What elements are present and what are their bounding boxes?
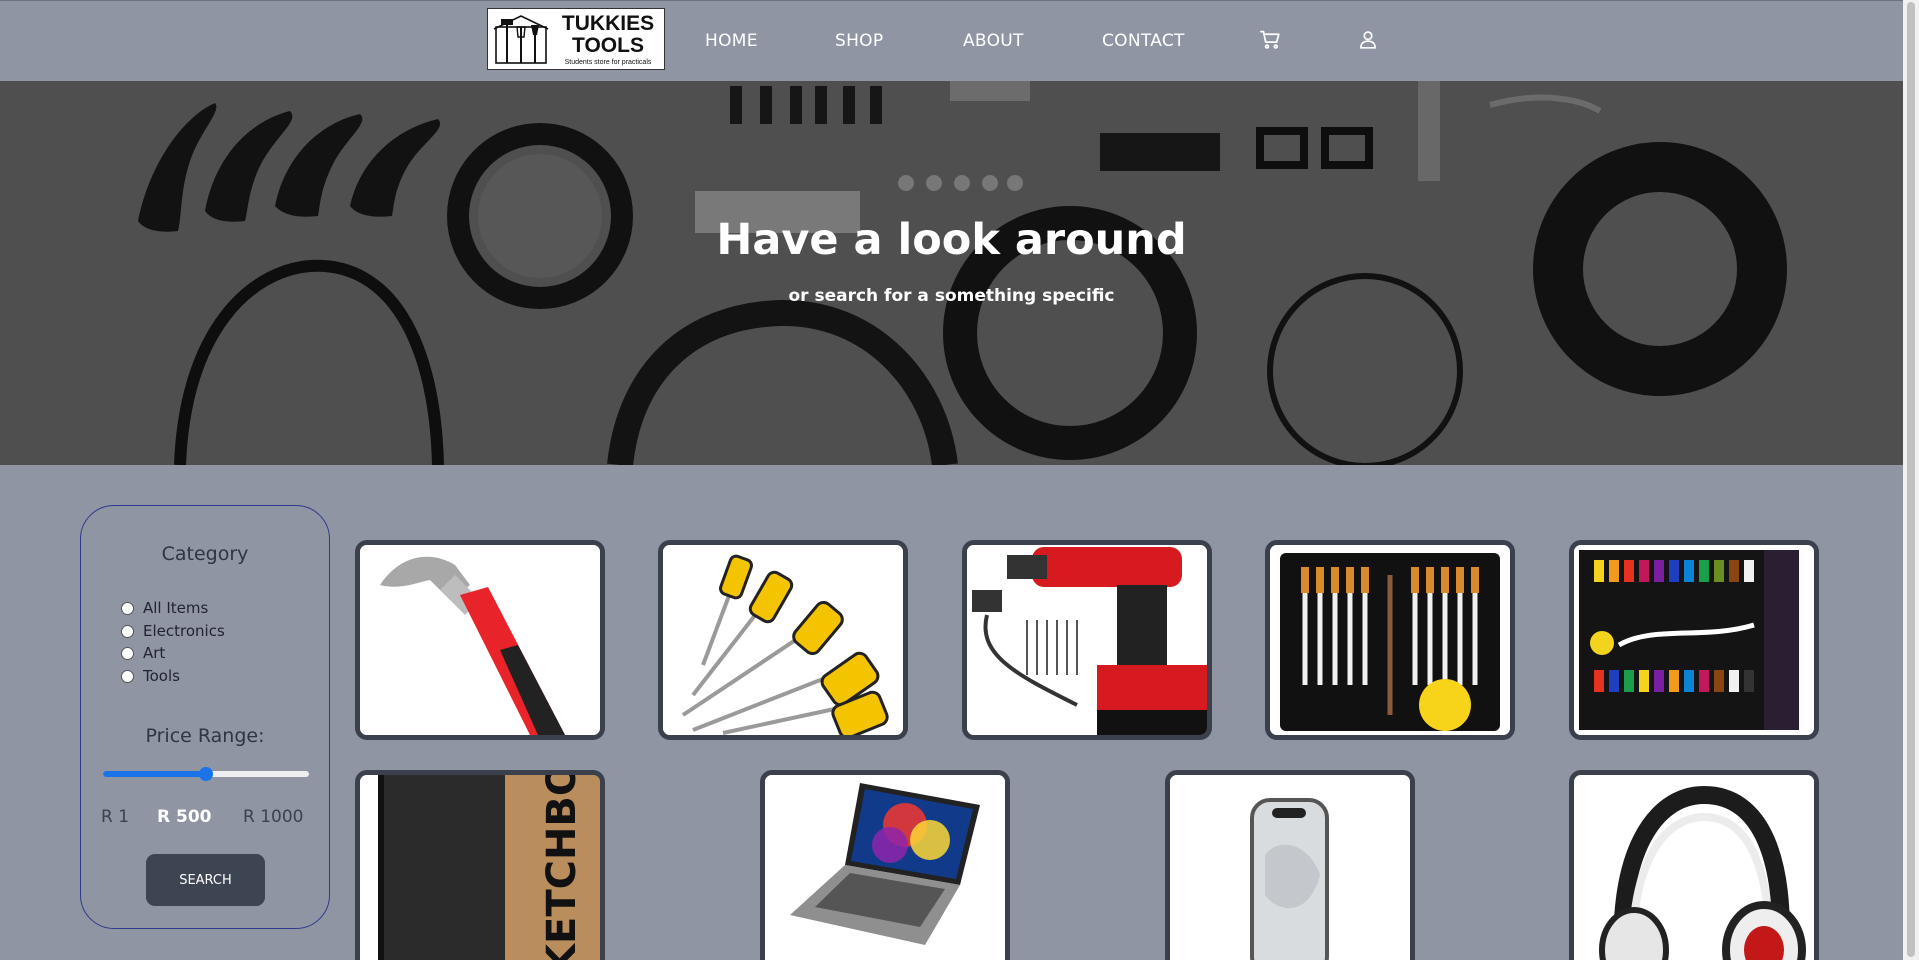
cart-icon[interactable] [1260,29,1281,54]
paint-brush-set-image [1270,545,1510,735]
smartphone-image [1170,775,1410,960]
nav-shop-link[interactable]: SHOP [835,31,883,51]
radio-button[interactable] [121,669,134,683]
product-card-cordless-drill-kit[interactable] [962,540,1212,740]
product-card-acrylic-paint-set[interactable] [1569,540,1819,740]
acrylic-paint-set-image [1574,545,1814,735]
radio-button[interactable] [121,624,134,638]
hero-title: Have a look around [716,215,1187,265]
top-navbar: TUKKIES TOOLS Students store for practic… [0,0,1903,81]
category-label: Tools [143,667,180,685]
price-range-heading: Price Range: [145,725,265,747]
category-label: Art [143,644,166,662]
search-button[interactable]: SEARCH [146,854,265,906]
product-card-laptop[interactable] [760,770,1010,960]
hero-subtitle: or search for a something specific [788,286,1115,306]
product-card-sketchbook[interactable]: KETCHBOO [355,770,605,960]
screwdriver-set-image [663,545,903,735]
tools-logo-icon [493,15,549,64]
logo-tagline: Students store for practicals [564,59,652,66]
cordless-drill-image [967,545,1207,735]
headphones-image [1574,775,1814,960]
hammer-image [360,545,600,735]
filter-panel: Category All Items Electronics Art Tools… [80,505,330,929]
nav-contact-link[interactable]: CONTACT [1102,31,1185,51]
category-option-all-items[interactable]: All Items [121,598,208,618]
product-card-screwdriver-set[interactable] [658,540,908,740]
user-icon[interactable] [1358,29,1378,54]
product-card-smartphone[interactable] [1165,770,1415,960]
price-max-label: R 1000 [243,807,304,827]
category-heading: Category [161,543,249,565]
nav-about-link[interactable]: ABOUT [963,31,1024,51]
slider-thumb[interactable] [199,767,213,781]
product-card-paint-brush-set[interactable] [1265,540,1515,740]
logo-title: TUKKIES TOOLS [561,12,655,57]
product-card-hammer[interactable] [355,540,605,740]
price-min-label: R 1 [101,807,130,827]
hero-background-image [0,81,1903,465]
scrollbar-thumb[interactable] [1907,2,1915,957]
category-label: All Items [143,599,209,617]
page-scrollbar[interactable] [1903,0,1919,960]
svg-text:KETCHBOO: KETCHBOO [539,775,585,960]
category-option-tools[interactable]: Tools [121,666,180,686]
price-range-slider[interactable] [103,767,309,781]
category-option-art[interactable]: Art [121,643,165,663]
radio-button[interactable] [121,601,134,615]
nav-home-link[interactable]: HOME [705,31,758,51]
product-card-headphones[interactable] [1569,770,1819,960]
laptop-image [765,775,1005,960]
slider-fill [103,771,206,777]
category-label: Electronics [143,622,225,640]
sketchbook-image: KETCHBOO [360,775,600,960]
hero-banner: Have a look around or search for a somet… [0,81,1903,465]
category-option-electronics[interactable]: Electronics [121,621,225,641]
radio-button[interactable] [121,646,134,660]
price-current-value: R 500 [157,807,212,827]
store-logo[interactable]: TUKKIES TOOLS Students store for practic… [487,8,665,70]
